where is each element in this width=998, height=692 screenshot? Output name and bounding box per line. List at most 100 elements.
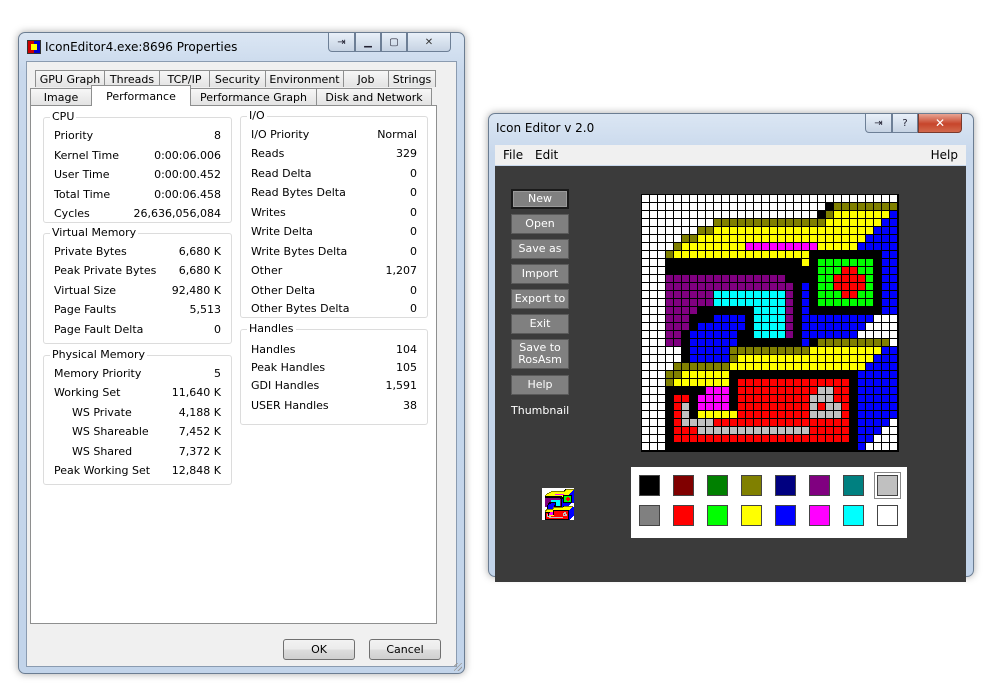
pixel-cell[interactable] xyxy=(778,211,785,218)
pixel-cell[interactable] xyxy=(690,395,697,402)
pixel-cell[interactable] xyxy=(746,307,753,314)
pixel-cell[interactable] xyxy=(818,267,825,274)
pixel-cell[interactable] xyxy=(754,379,761,386)
pixel-cell[interactable] xyxy=(706,291,713,298)
pixel-cell[interactable] xyxy=(714,379,721,386)
pixel-cell[interactable] xyxy=(786,355,793,362)
pixel-cell[interactable] xyxy=(746,195,753,202)
pixel-cell[interactable] xyxy=(666,355,673,362)
pixel-cell[interactable] xyxy=(666,291,673,298)
pixel-cell[interactable] xyxy=(874,211,881,218)
pixel-cell[interactable] xyxy=(762,203,769,210)
pixel-cell[interactable] xyxy=(794,387,801,394)
pixel-cell[interactable] xyxy=(858,259,865,266)
pixel-cell[interactable] xyxy=(730,419,737,426)
pixel-cell[interactable] xyxy=(810,219,817,226)
pixel-cell[interactable] xyxy=(706,203,713,210)
pixel-cell[interactable] xyxy=(714,411,721,418)
pixel-cell[interactable] xyxy=(842,195,849,202)
pixel-cell[interactable] xyxy=(722,443,729,450)
pixel-cell[interactable] xyxy=(826,315,833,322)
pixel-cell[interactable] xyxy=(714,267,721,274)
pixel-cell[interactable] xyxy=(682,363,689,370)
pixel-cell[interactable] xyxy=(786,299,793,306)
close-button[interactable]: ✕ xyxy=(407,33,451,52)
pixel-cell[interactable] xyxy=(682,315,689,322)
pixel-cell[interactable] xyxy=(730,275,737,282)
pixel-cell[interactable] xyxy=(762,235,769,242)
pixel-cell[interactable] xyxy=(762,259,769,266)
pixel-cell[interactable] xyxy=(810,323,817,330)
pixel-cell[interactable] xyxy=(818,315,825,322)
pixel-cell[interactable] xyxy=(690,419,697,426)
pixel-cell[interactable] xyxy=(698,235,705,242)
pixel-cell[interactable] xyxy=(842,235,849,242)
pixel-cell[interactable] xyxy=(810,267,817,274)
pixel-cell[interactable] xyxy=(722,235,729,242)
pixel-cell[interactable] xyxy=(770,363,777,370)
pixel-cell[interactable] xyxy=(810,427,817,434)
pixel-cell[interactable] xyxy=(850,403,857,410)
pixel-cell[interactable] xyxy=(858,195,865,202)
pixel-cell[interactable] xyxy=(842,275,849,282)
pixel-cell[interactable] xyxy=(786,195,793,202)
pixel-cell[interactable] xyxy=(690,195,697,202)
pixel-cell[interactable] xyxy=(834,275,841,282)
pixel-cell[interactable] xyxy=(882,347,889,354)
pixel-cell[interactable] xyxy=(858,235,865,242)
pixel-cell[interactable] xyxy=(690,371,697,378)
pixel-cell[interactable] xyxy=(746,203,753,210)
pixel-cell[interactable] xyxy=(802,267,809,274)
pixel-cell[interactable] xyxy=(874,259,881,266)
pixel-cell[interactable] xyxy=(746,363,753,370)
pixel-cell[interactable] xyxy=(730,243,737,250)
pixel-cell[interactable] xyxy=(642,251,649,258)
pixel-cell[interactable] xyxy=(802,251,809,258)
pixel-cell[interactable] xyxy=(874,387,881,394)
pixel-cell[interactable] xyxy=(714,435,721,442)
pixel-cell[interactable] xyxy=(810,371,817,378)
pixel-cell[interactable] xyxy=(778,435,785,442)
pixel-cell[interactable] xyxy=(858,395,865,402)
pixel-cell[interactable] xyxy=(850,195,857,202)
pixel-cell[interactable] xyxy=(642,211,649,218)
pixel-cell[interactable] xyxy=(738,203,745,210)
pixel-cell[interactable] xyxy=(858,323,865,330)
pixel-cell[interactable] xyxy=(778,403,785,410)
pixel-cell[interactable] xyxy=(658,275,665,282)
pixel-cell[interactable] xyxy=(706,443,713,450)
pixel-cell[interactable] xyxy=(706,331,713,338)
pixel-cell[interactable] xyxy=(890,291,897,298)
pixel-cell[interactable] xyxy=(746,267,753,274)
pixel-cell[interactable] xyxy=(890,195,897,202)
pixel-cell[interactable] xyxy=(850,251,857,258)
pixel-cell[interactable] xyxy=(786,227,793,234)
pixel-cell[interactable] xyxy=(706,195,713,202)
pixel-cell[interactable] xyxy=(810,299,817,306)
pixel-cell[interactable] xyxy=(818,251,825,258)
pixel-cell[interactable] xyxy=(690,331,697,338)
pixel-cell[interactable] xyxy=(826,299,833,306)
pixel-cell[interactable] xyxy=(738,427,745,434)
pixel-cell[interactable] xyxy=(794,235,801,242)
pixel-cell[interactable] xyxy=(714,275,721,282)
pixel-cell[interactable] xyxy=(810,283,817,290)
pixel-cell[interactable] xyxy=(786,243,793,250)
pixel-cell[interactable] xyxy=(842,323,849,330)
pixel-cell[interactable] xyxy=(762,227,769,234)
pixel-cell[interactable] xyxy=(754,323,761,330)
pixel-cell[interactable] xyxy=(810,203,817,210)
pixel-cell[interactable] xyxy=(850,299,857,306)
pixel-cell[interactable] xyxy=(866,443,873,450)
pixel-cell[interactable] xyxy=(794,195,801,202)
pixel-cell[interactable] xyxy=(802,315,809,322)
pixel-cell[interactable] xyxy=(762,291,769,298)
pixel-cell[interactable] xyxy=(690,443,697,450)
pixel-cell[interactable] xyxy=(666,315,673,322)
pixel-cell[interactable] xyxy=(658,387,665,394)
pixel-cell[interactable] xyxy=(674,211,681,218)
exit-button[interactable]: Exit xyxy=(511,314,569,334)
pixel-cell[interactable] xyxy=(754,267,761,274)
pixel-cell[interactable] xyxy=(666,235,673,242)
pixel-cell[interactable] xyxy=(658,427,665,434)
